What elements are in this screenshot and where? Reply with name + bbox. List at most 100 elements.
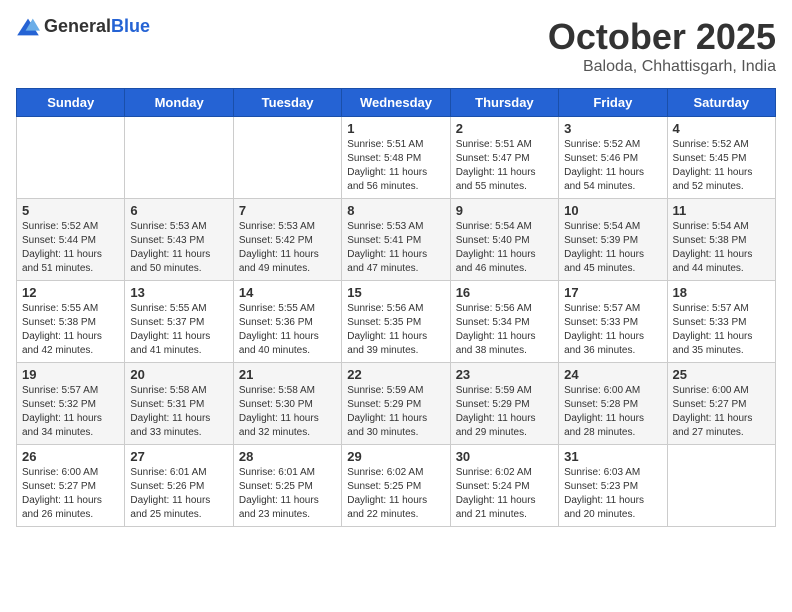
day-info: Sunrise: 5:56 AM Sunset: 5:34 PM Dayligh… [456, 302, 553, 358]
calendar-week-row: 1 Sunrise: 5:51 AM Sunset: 5:48 PM Daylig… [17, 117, 776, 199]
day-info: Sunrise: 5:54 AM Sunset: 5:39 PM Dayligh… [564, 220, 661, 276]
day-number: 25 [673, 367, 770, 382]
day-number: 2 [456, 121, 553, 136]
calendar-cell [233, 117, 341, 199]
calendar-cell: 5 Sunrise: 5:52 AM Sunset: 5:44 PM Daylig… [17, 199, 125, 281]
day-info: Sunrise: 5:55 AM Sunset: 5:36 PM Dayligh… [239, 302, 336, 358]
calendar-cell: 1 Sunrise: 5:51 AM Sunset: 5:48 PM Daylig… [342, 117, 450, 199]
day-number: 3 [564, 121, 661, 136]
calendar-cell: 19 Sunrise: 5:57 AM Sunset: 5:32 PM Dayli… [17, 363, 125, 445]
day-info: Sunrise: 5:58 AM Sunset: 5:30 PM Dayligh… [239, 384, 336, 440]
calendar-cell: 13 Sunrise: 5:55 AM Sunset: 5:37 PM Dayli… [125, 281, 233, 363]
day-info: Sunrise: 6:00 AM Sunset: 5:27 PM Dayligh… [22, 466, 119, 522]
day-number: 31 [564, 449, 661, 464]
day-info: Sunrise: 5:52 AM Sunset: 5:44 PM Dayligh… [22, 220, 119, 276]
day-info: Sunrise: 5:53 AM Sunset: 5:43 PM Dayligh… [130, 220, 227, 276]
calendar-cell: 16Sunrise: 5:56 AM Sunset: 5:34 PM Dayli… [450, 281, 558, 363]
day-of-week-header: Sunday [17, 89, 125, 117]
day-info: Sunrise: 5:51 AM Sunset: 5:48 PM Dayligh… [347, 138, 444, 194]
calendar-cell: 31 Sunrise: 6:03 AM Sunset: 5:23 PM Dayli… [559, 445, 667, 527]
day-number: 29 [347, 449, 444, 464]
day-number: 22 [347, 367, 444, 382]
day-number: 1 [347, 121, 444, 136]
calendar-cell: 25 Sunrise: 6:00 AM Sunset: 5:27 PM Dayli… [667, 363, 775, 445]
day-info: Sunrise: 5:57 AM Sunset: 5:32 PM Dayligh… [22, 384, 119, 440]
calendar-cell [17, 117, 125, 199]
day-of-week-header: Saturday [667, 89, 775, 117]
calendar-cell: 9Sunrise: 5:54 AM Sunset: 5:40 PM Daylig… [450, 199, 558, 281]
day-number: 10 [564, 203, 661, 218]
day-number: 8 [347, 203, 444, 218]
calendar-cell: 8Sunrise: 5:53 AM Sunset: 5:41 PM Daylig… [342, 199, 450, 281]
day-number: 12 [22, 285, 119, 300]
calendar-cell: 4Sunrise: 5:52 AM Sunset: 5:45 PM Daylig… [667, 117, 775, 199]
day-of-week-header: Thursday [450, 89, 558, 117]
calendar-week-row: 26 Sunrise: 6:00 AM Sunset: 5:27 PM Dayli… [17, 445, 776, 527]
day-info: Sunrise: 5:56 AM Sunset: 5:35 PM Dayligh… [347, 302, 444, 358]
logo: GeneralBlue [16, 16, 150, 37]
calendar-cell: 7Sunrise: 5:53 AM Sunset: 5:42 PM Daylig… [233, 199, 341, 281]
calendar-cell: 2 Sunrise: 5:51 AM Sunset: 5:47 PM Daylig… [450, 117, 558, 199]
day-number: 28 [239, 449, 336, 464]
calendar-cell: 6 Sunrise: 5:53 AM Sunset: 5:43 PM Daylig… [125, 199, 233, 281]
day-info: Sunrise: 5:59 AM Sunset: 5:29 PM Dayligh… [347, 384, 444, 440]
day-info: Sunrise: 5:55 AM Sunset: 5:38 PM Dayligh… [22, 302, 119, 358]
calendar-cell: 14 Sunrise: 5:55 AM Sunset: 5:36 PM Dayli… [233, 281, 341, 363]
day-info: Sunrise: 6:02 AM Sunset: 5:24 PM Dayligh… [456, 466, 553, 522]
calendar-cell: 3 Sunrise: 5:52 AM Sunset: 5:46 PM Daylig… [559, 117, 667, 199]
calendar-cell: 21 Sunrise: 5:58 AM Sunset: 5:30 PM Dayli… [233, 363, 341, 445]
day-info: Sunrise: 5:52 AM Sunset: 5:46 PM Dayligh… [564, 138, 661, 194]
logo-general: General [44, 16, 111, 36]
calendar-cell: 29Sunrise: 6:02 AM Sunset: 5:25 PM Dayli… [342, 445, 450, 527]
day-number: 5 [22, 203, 119, 218]
day-number: 21 [239, 367, 336, 382]
calendar-cell: 15 Sunrise: 5:56 AM Sunset: 5:35 PM Dayli… [342, 281, 450, 363]
calendar-cell: 22 Sunrise: 5:59 AM Sunset: 5:29 PM Dayli… [342, 363, 450, 445]
calendar-week-row: 12 Sunrise: 5:55 AM Sunset: 5:38 PM Dayli… [17, 281, 776, 363]
calendar-cell: 23 Sunrise: 5:59 AM Sunset: 5:29 PM Dayli… [450, 363, 558, 445]
day-info: Sunrise: 6:00 AM Sunset: 5:27 PM Dayligh… [673, 384, 770, 440]
day-number: 15 [347, 285, 444, 300]
location-title: Baloda, Chhattisgarh, India [548, 58, 776, 76]
day-number: 24 [564, 367, 661, 382]
calendar-cell: 30Sunrise: 6:02 AM Sunset: 5:24 PM Dayli… [450, 445, 558, 527]
day-info: Sunrise: 5:52 AM Sunset: 5:45 PM Dayligh… [673, 138, 770, 194]
calendar-cell: 20Sunrise: 5:58 AM Sunset: 5:31 PM Dayli… [125, 363, 233, 445]
day-number: 17 [564, 285, 661, 300]
day-number: 6 [130, 203, 227, 218]
day-info: Sunrise: 6:03 AM Sunset: 5:23 PM Dayligh… [564, 466, 661, 522]
day-info: Sunrise: 5:51 AM Sunset: 5:47 PM Dayligh… [456, 138, 553, 194]
calendar-cell: 24Sunrise: 6:00 AM Sunset: 5:28 PM Dayli… [559, 363, 667, 445]
calendar-cell: 18Sunrise: 5:57 AM Sunset: 5:33 PM Dayli… [667, 281, 775, 363]
day-of-week-header: Tuesday [233, 89, 341, 117]
day-of-week-header: Monday [125, 89, 233, 117]
logo-blue: Blue [111, 16, 150, 36]
calendar-table: SundayMondayTuesdayWednesdayThursdayFrid… [16, 88, 776, 527]
day-info: Sunrise: 5:57 AM Sunset: 5:33 PM Dayligh… [564, 302, 661, 358]
title-area: October 2025 Baloda, Chhattisgarh, India [548, 16, 776, 76]
day-number: 23 [456, 367, 553, 382]
calendar-cell: 17 Sunrise: 5:57 AM Sunset: 5:33 PM Dayli… [559, 281, 667, 363]
calendar-cell: 10 Sunrise: 5:54 AM Sunset: 5:39 PM Dayli… [559, 199, 667, 281]
day-number: 18 [673, 285, 770, 300]
logo-icon [16, 17, 40, 37]
calendar-cell [125, 117, 233, 199]
day-number: 26 [22, 449, 119, 464]
day-of-week-header: Friday [559, 89, 667, 117]
calendar-cell: 11Sunrise: 5:54 AM Sunset: 5:38 PM Dayli… [667, 199, 775, 281]
day-info: Sunrise: 5:54 AM Sunset: 5:38 PM Dayligh… [673, 220, 770, 276]
day-number: 13 [130, 285, 227, 300]
day-number: 20 [130, 367, 227, 382]
header: GeneralBlue October 2025 Baloda, Chhatti… [16, 16, 776, 76]
day-info: Sunrise: 5:53 AM Sunset: 5:42 PM Dayligh… [239, 220, 336, 276]
day-info: Sunrise: 5:59 AM Sunset: 5:29 PM Dayligh… [456, 384, 553, 440]
day-info: Sunrise: 5:55 AM Sunset: 5:37 PM Dayligh… [130, 302, 227, 358]
day-info: Sunrise: 6:01 AM Sunset: 5:26 PM Dayligh… [130, 466, 227, 522]
day-number: 27 [130, 449, 227, 464]
month-title: October 2025 [548, 16, 776, 58]
day-number: 19 [22, 367, 119, 382]
calendar-cell: 12 Sunrise: 5:55 AM Sunset: 5:38 PM Dayli… [17, 281, 125, 363]
day-number: 14 [239, 285, 336, 300]
day-info: Sunrise: 5:54 AM Sunset: 5:40 PM Dayligh… [456, 220, 553, 276]
calendar-week-row: 19 Sunrise: 5:57 AM Sunset: 5:32 PM Dayli… [17, 363, 776, 445]
